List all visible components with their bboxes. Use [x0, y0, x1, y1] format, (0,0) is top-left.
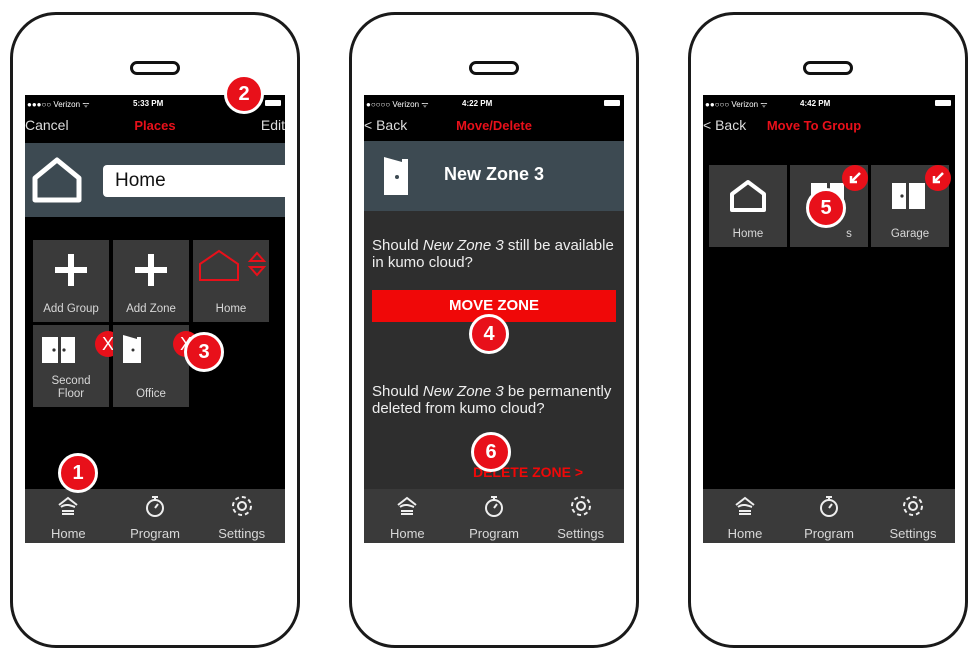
callout-badge-1: 1 [58, 453, 98, 493]
place-name-value: Home [115, 170, 166, 191]
plus-icon [135, 254, 167, 286]
stopwatch-icon [485, 496, 503, 517]
home-icon [735, 496, 755, 515]
home-icon [397, 496, 417, 515]
gear-icon [903, 496, 923, 516]
tile-label: s [846, 228, 852, 240]
door-icon [123, 335, 141, 363]
tile-label: Home [215, 303, 247, 315]
place-name-input[interactable]: Home [103, 165, 285, 197]
question-text: Should [372, 383, 423, 400]
tile-label: Home [732, 228, 764, 240]
tab-bar: Home Program Settings [364, 489, 624, 543]
carrier-label: ●●●○○ Verizon ᯤ [27, 100, 90, 109]
phone-places: ●●●○○ Verizon ᯤ 5:33 PM Cancel Places Ed… [10, 12, 300, 648]
double-door-icon [42, 337, 75, 363]
place-header: Home [25, 143, 285, 217]
nav-bar: < Back Move/Delete [364, 113, 624, 137]
house-outline-icon [32, 157, 82, 203]
speaker-slot [803, 61, 853, 75]
move-arrow-badge[interactable] [842, 165, 868, 191]
screen-move-to-group: ●●○○○ Verizon ᯤ 4:42 PM < Back Move To G… [703, 95, 955, 543]
phone-move-delete: ●○○○○ Verizon ᯤ 4:22 PM < Back Move/Dele… [349, 12, 639, 648]
tab-bar: Home Program Settings [25, 489, 285, 543]
question-zone-name: New Zone 3 [422, 237, 504, 254]
tab-label: Settings [218, 526, 266, 541]
plus-icon [55, 254, 87, 286]
arrow-down-left-icon [849, 172, 861, 184]
speaker-slot [130, 61, 180, 75]
callout-badge-4: 4 [469, 314, 509, 354]
house-outline-icon [730, 180, 766, 212]
button-label: MOVE ZONE [448, 297, 539, 314]
question-text: Should [372, 237, 423, 254]
nav-title: Places [134, 118, 176, 133]
edit-button[interactable]: Edit [261, 117, 285, 133]
tab-label: Home [727, 526, 763, 541]
tile-label: Office [136, 388, 166, 400]
gear-icon [231, 496, 252, 516]
zone-name: New Zone 3 [444, 164, 545, 184]
status-time: 5:33 PM [133, 99, 164, 108]
arrow-down-left-icon [932, 172, 944, 184]
tile-label: Second Floor [51, 375, 91, 400]
move-arrow-badge[interactable] [925, 165, 951, 191]
tab-label: Home [50, 526, 86, 541]
delete-question: Should New Zone 3 be permanently deleted… [372, 383, 612, 417]
home-icon [58, 496, 78, 515]
tile-label: Add Group [43, 303, 99, 315]
callout-badge-3: 3 [184, 332, 224, 372]
tab-home[interactable]: Home [25, 489, 112, 543]
tile-label: Add Zone [126, 303, 176, 315]
move-question: Should New Zone 3 still be available in … [372, 237, 622, 271]
tab-label: Settings [557, 526, 605, 541]
tab-home[interactable]: Home [364, 489, 451, 543]
callout-badge-5: 5 [806, 188, 846, 228]
battery-icon [604, 100, 620, 106]
nav-title: Move/Delete [456, 118, 532, 133]
tab-program[interactable]: Program [451, 489, 538, 543]
carrier-label: ●●○○○ Verizon ᯤ [705, 100, 768, 109]
gear-icon [570, 496, 591, 516]
tab-label: Settings [889, 526, 937, 541]
stopwatch-icon [820, 496, 838, 517]
phone-move-to-group: ●●○○○ Verizon ᯤ 4:42 PM < Back Move To G… [688, 12, 968, 648]
tab-label: Program [469, 526, 519, 541]
stopwatch-icon [146, 496, 164, 517]
tab-label: Home [389, 526, 425, 541]
tab-program[interactable]: Program [112, 489, 199, 543]
tab-settings[interactable]: Settings [198, 489, 285, 543]
tab-settings[interactable]: Settings [537, 489, 624, 543]
question-zone-name: New Zone 3 [422, 383, 504, 400]
tab-settings[interactable]: Settings [871, 489, 955, 543]
carrier-label: ●○○○○ Verizon ᯤ [366, 100, 429, 109]
callout-badge-2: 2 [224, 74, 264, 114]
add-zone-tile[interactable]: Add Zone [113, 240, 189, 322]
zone-header: New Zone 3 [364, 141, 624, 211]
status-bar: ●●○○○ Verizon ᯤ 4:42 PM [703, 98, 955, 110]
nav-title: Move To Group [766, 118, 862, 133]
tab-bar: Home Program Settings [703, 489, 955, 543]
speaker-slot [469, 61, 519, 75]
battery-icon [265, 100, 281, 106]
tab-program[interactable]: Program [787, 489, 871, 543]
nav-bar: Cancel Places Edit [25, 113, 285, 137]
door-icon [384, 157, 408, 195]
status-time: 4:42 PM [800, 99, 831, 108]
tab-home[interactable]: Home [703, 489, 787, 543]
reorder-arrows-icon[interactable] [247, 250, 267, 280]
tile-label: Garage [890, 228, 930, 240]
battery-icon [935, 100, 951, 106]
home-group-tile[interactable]: Home [193, 240, 269, 322]
add-group-tile[interactable]: Add Group [33, 240, 109, 322]
status-time: 4:22 PM [462, 99, 493, 108]
double-door-icon [892, 183, 925, 209]
tab-label: Program [804, 526, 854, 541]
nav-bar: < Back Move To Group [703, 113, 955, 137]
status-bar: ●○○○○ Verizon ᯤ 4:22 PM [364, 98, 624, 110]
home-group-tile[interactable]: Home [709, 165, 787, 247]
house-outline-icon [199, 249, 239, 281]
callout-badge-6: 6 [471, 432, 511, 472]
tab-label: Program [130, 526, 180, 541]
